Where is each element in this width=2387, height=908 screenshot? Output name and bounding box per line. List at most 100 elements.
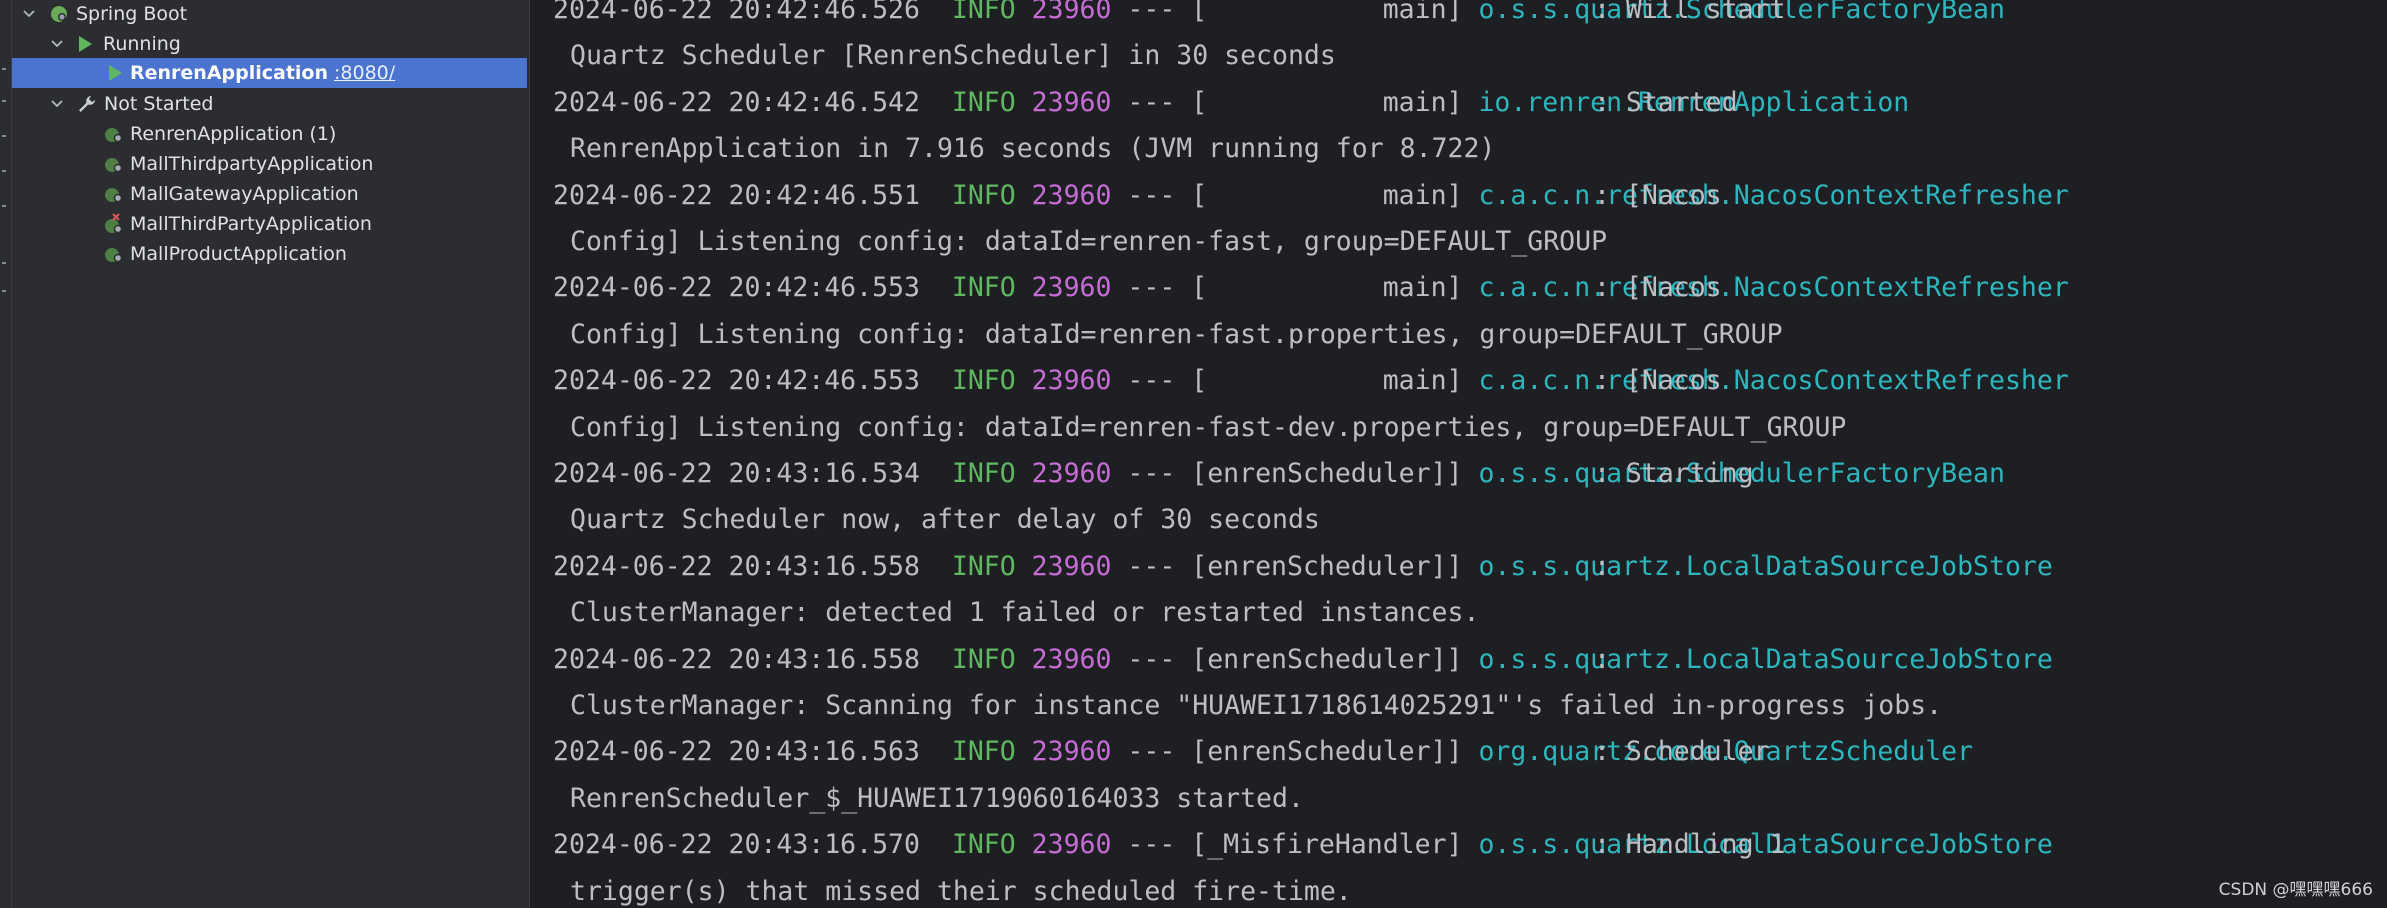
log-pid: 23960 — [1031, 86, 1112, 118]
tree-node-spring-boot[interactable]: Spring Boot — [12, 0, 527, 29]
log-pid: 23960 — [1031, 736, 1112, 768]
log-level: INFO — [951, 643, 1016, 675]
log-line: 2024-06-22 20:42:46.542 INFO 23960 --- [… — [553, 80, 1909, 126]
log-timestamp: 2024-06-22 20:43:16.563 — [553, 736, 920, 768]
strip-marker — [2, 135, 6, 137]
tree-node-running-app[interactable]: RenrenApplication:8080/ — [12, 58, 527, 88]
log-separator: --- — [1127, 736, 1176, 768]
chevron-down-icon[interactable] — [50, 97, 64, 111]
log-timestamp: 2024-06-22 20:42:46.551 — [553, 179, 920, 211]
log-thread: [_MisfireHandler] — [1191, 829, 1463, 861]
log-message: : — [1594, 550, 1610, 582]
tree-node-label: Not Started — [104, 93, 214, 115]
log-level: INFO — [951, 550, 1016, 582]
tree-node-app[interactable]: MallThirdPartyApplication — [12, 209, 527, 239]
log-line: 2024-06-22 20:42:46.551 INFO 23960 --- [… — [553, 173, 2069, 219]
tree-node-app[interactable]: RenrenApplication (1) — [12, 119, 527, 149]
wrench-icon — [76, 93, 98, 115]
strip-marker — [2, 262, 6, 264]
log-line-continuation: trigger(s) that missed their scheduled f… — [570, 875, 1352, 907]
app-name: RenrenApplication — [130, 62, 329, 84]
chevron-down-icon[interactable] — [50, 37, 64, 51]
log-level: INFO — [951, 365, 1016, 397]
log-separator: --- — [1127, 272, 1176, 304]
port-link[interactable]: :8080/ — [334, 62, 395, 84]
tree-node-not-started[interactable]: Not Started — [12, 89, 527, 119]
log-logger: c.a.c.n.refresh.NacosContextRefresher — [1478, 365, 2069, 397]
log-pid: 23960 — [1031, 458, 1112, 489]
log-line: 2024-06-22 20:43:16.534 INFO 23960 --- [… — [553, 451, 2005, 497]
log-message: : — [1594, 643, 1610, 675]
log-line: 2024-06-22 20:42:46.553 INFO 23960 --- [… — [553, 358, 2069, 404]
log-line-continuation: Quartz Scheduler now, after delay of 30 … — [570, 504, 1320, 536]
log-logger: c.a.c.n.refresh.NacosContextRefresher — [1478, 179, 2069, 211]
log-separator: --- — [1127, 643, 1176, 675]
log-message: : Started — [1594, 86, 1738, 118]
left-toolwindow-strip — [0, 0, 12, 908]
chevron-down-icon[interactable] — [22, 7, 36, 21]
log-separator: --- — [1127, 86, 1176, 118]
strip-marker — [2, 290, 6, 292]
log-line: 2024-06-22 20:43:16.570 INFO 23960 --- [… — [553, 822, 2053, 868]
tree-node-app[interactable]: MallThirdpartyApplication — [12, 149, 527, 179]
log-thread: [ main] — [1191, 365, 1463, 397]
log-line-continuation: Config] Listening config: dataId=renren-… — [570, 226, 1608, 257]
log-timestamp: 2024-06-22 20:42:46.526 — [553, 0, 920, 25]
tree-node-label: MallThirdPartyApplication — [130, 213, 372, 235]
log-line-continuation: Config] Listening config: dataId=renren-… — [570, 411, 1847, 443]
log-line: 2024-06-22 20:42:46.526 INFO 23960 --- [… — [553, 0, 2005, 33]
log-thread: [ main] — [1191, 272, 1463, 304]
log-line-continuation: Quartz Scheduler [RenrenScheduler] in 30… — [570, 40, 1336, 72]
log-timestamp: 2024-06-22 20:43:16.558 — [553, 643, 920, 675]
tree-node-app[interactable]: MallProductApplication — [12, 239, 527, 269]
log-thread: [ main] — [1191, 179, 1463, 211]
log-pid: 23960 — [1031, 179, 1112, 211]
log-thread: [ main] — [1191, 86, 1463, 118]
log-pid: 23960 — [1031, 829, 1112, 861]
log-message: : [Nacos — [1594, 272, 1722, 304]
log-separator: --- — [1127, 0, 1176, 25]
console-output[interactable]: 2024-06-22 20:42:46.526 INFO 23960 --- [… — [529, 0, 2387, 908]
log-pid: 23960 — [1031, 550, 1112, 582]
log-thread: [enrenScheduler]] — [1191, 643, 1463, 675]
tree-node-label: MallGatewayApplication — [130, 183, 359, 205]
tree-node-label: MallProductApplication — [130, 243, 347, 265]
log-level: INFO — [951, 458, 1016, 489]
strip-marker — [2, 170, 6, 172]
spring-boot-icon — [103, 123, 125, 145]
log-line: 2024-06-22 20:43:16.558 INFO 23960 --- [… — [553, 544, 2053, 590]
log-timestamp: 2024-06-22 20:42:46.553 — [553, 365, 920, 397]
log-separator: --- — [1127, 829, 1176, 861]
run-icon — [74, 33, 96, 55]
log-timestamp: 2024-06-22 20:42:46.542 — [553, 86, 920, 118]
tree-node-app[interactable]: MallGatewayApplication — [12, 179, 527, 209]
tree-node-running[interactable]: Running — [12, 29, 527, 59]
log-line-continuation: ClusterManager: Scanning for instance "H… — [570, 690, 1943, 721]
log-message: : Scheduler — [1594, 736, 1770, 768]
tree-node-label: Spring Boot — [76, 3, 188, 25]
log-pid: 23960 — [1031, 272, 1112, 304]
log-message: : Will start — [1594, 0, 1786, 25]
